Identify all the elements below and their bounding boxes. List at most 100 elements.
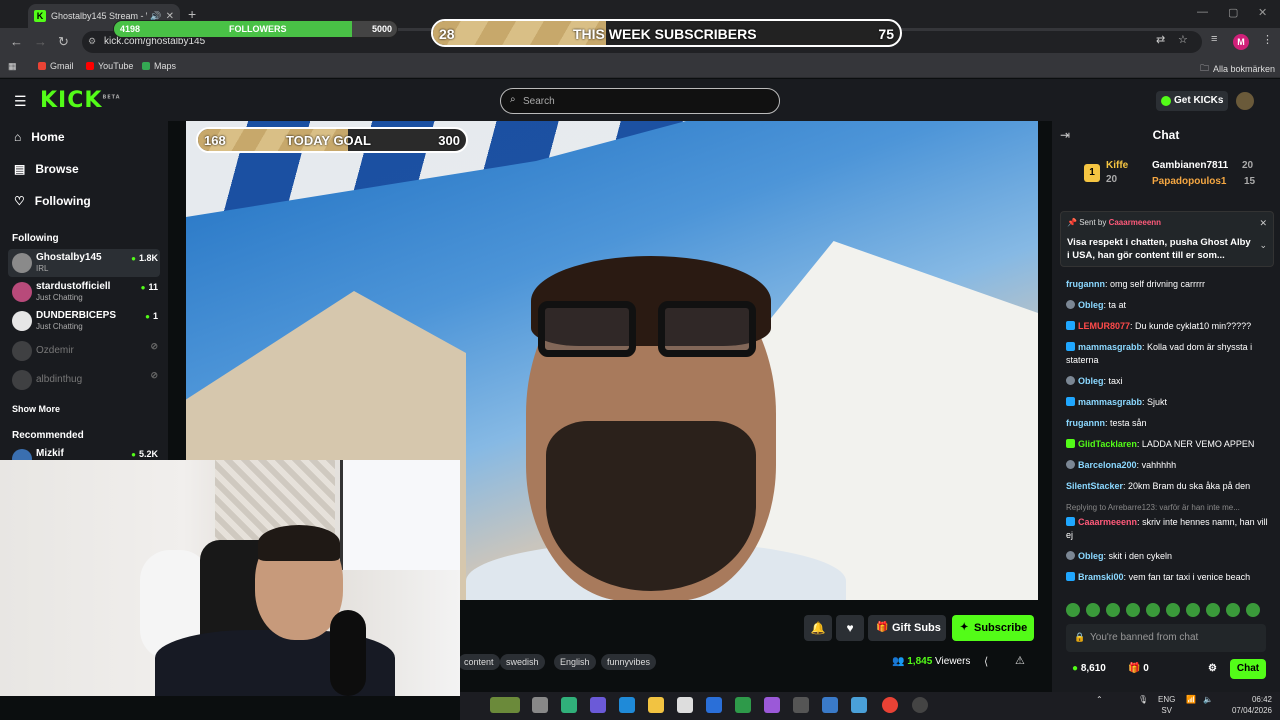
emote-icon[interactable]: [1186, 603, 1200, 617]
site-info-icon[interactable]: ⚙: [88, 36, 96, 47]
emote-icon[interactable]: [1146, 603, 1160, 617]
emote-icon[interactable]: [1226, 603, 1240, 617]
taskbar-app-icon[interactable]: [735, 697, 751, 713]
emote-icon[interactable]: [1086, 603, 1100, 617]
tag-english[interactable]: English: [554, 654, 596, 670]
user-avatar[interactable]: [1236, 92, 1254, 110]
reload-icon[interactable]: ↻: [58, 34, 69, 50]
chat-username[interactable]: Caaarmeeenn: [1078, 517, 1137, 527]
taskbar-app-icon[interactable]: [764, 697, 780, 713]
folder-icon[interactable]: [648, 697, 664, 713]
get-kicks-button[interactable]: Get KICKs: [1156, 91, 1228, 111]
chat-username[interactable]: SilentStacker: [1066, 481, 1123, 491]
nav-home[interactable]: ⌂ Home: [14, 130, 65, 144]
bookmark-gmail[interactable]: Gmail: [38, 61, 74, 71]
chat-settings-icon[interactable]: ⚙: [1208, 663, 1217, 674]
sidebar-channel-ghostalby145[interactable]: Ghostalby145 IRL 1.8K: [8, 249, 160, 277]
hamburger-menu-icon[interactable]: ☰: [14, 93, 27, 110]
menu-icon[interactable]: ⋮: [1262, 33, 1273, 46]
chat-text: vahhhhh: [1141, 460, 1177, 470]
taskbar-app-icon[interactable]: [590, 697, 606, 713]
leader-name[interactable]: Papadopoulos1: [1152, 176, 1226, 187]
share-icon[interactable]: ⟨: [984, 655, 988, 668]
emote-icon[interactable]: [1246, 603, 1260, 617]
clock[interactable]: 06:42 07/04/2026: [1222, 694, 1272, 716]
bookmark-star-icon[interactable]: ☆: [1178, 33, 1188, 46]
volume-icon[interactable]: 🔈: [1203, 694, 1213, 705]
show-more-link[interactable]: Show More: [12, 404, 60, 414]
channel-points[interactable]: ● 8,610: [1072, 663, 1106, 674]
sidebar-channel-albdinthug[interactable]: albdinthug ⊘: [8, 366, 160, 394]
sidebar-channel-stardustofficiell[interactable]: stardustofficiell Just Chatting 11: [8, 278, 160, 306]
media-controls-icon[interactable]: ≡: [1211, 33, 1217, 45]
chat-username[interactable]: LEMUR8077: [1078, 321, 1130, 331]
obs-icon[interactable]: [912, 697, 928, 713]
tag-swedish[interactable]: swedish: [500, 654, 545, 670]
gift-counter[interactable]: 🎁 0: [1128, 663, 1149, 674]
chat-username[interactable]: Obleg: [1078, 300, 1104, 310]
sidebar-channel-dunderbiceps[interactable]: DUNDERBICEPS Just Chatting 1: [8, 307, 160, 335]
bookmark-maps[interactable]: Maps: [142, 61, 176, 71]
gift-subs-button[interactable]: 🎁 Gift Subs: [868, 615, 946, 641]
minimize-icon[interactable]: —: [1197, 6, 1208, 18]
chat-message: frugannn: omg self drivning carrrrr: [1066, 278, 1274, 291]
sidebar-channel-ozdemir[interactable]: Ozdemir ⊘: [8, 337, 160, 365]
nav-following[interactable]: ♡ Following: [14, 194, 91, 208]
chat-username[interactable]: mammasgrabb: [1078, 342, 1142, 352]
subscribe-button[interactable]: ✦ Subscribe: [952, 615, 1034, 641]
taskbar-app-icon[interactable]: [851, 697, 867, 713]
chat-username[interactable]: Barcelona200: [1078, 460, 1137, 470]
chat-username[interactable]: Bramski00: [1078, 572, 1124, 582]
reply-context: Replying to Arrebarre123: varför är han …: [1066, 503, 1240, 512]
taskbar-app-icon[interactable]: [677, 697, 693, 713]
close-window-icon[interactable]: ✕: [1258, 6, 1267, 19]
emote-icon[interactable]: [1126, 603, 1140, 617]
kick-logo[interactable]: KICKBETA: [40, 88, 121, 113]
tag-funnyvibes[interactable]: funnyvibes: [601, 654, 657, 670]
mail-icon[interactable]: [706, 697, 722, 713]
follow-heart-button[interactable]: ♥: [836, 615, 864, 641]
tray-arrow-icon[interactable]: ⌃: [1096, 694, 1103, 705]
taskbar-app-icon[interactable]: [490, 697, 520, 713]
taskbar-app-icon[interactable]: [793, 697, 809, 713]
translate-icon[interactable]: ⇄: [1156, 33, 1165, 46]
unpin-icon[interactable]: ✕: [1259, 218, 1267, 229]
chat-username[interactable]: mammasgrabb: [1078, 397, 1142, 407]
edge-icon[interactable]: [619, 697, 635, 713]
maximize-icon[interactable]: ▢: [1228, 6, 1238, 19]
tag-content[interactable]: content: [458, 654, 500, 670]
chat-username[interactable]: Obleg: [1078, 551, 1104, 561]
leader-name[interactable]: Kiffe: [1106, 160, 1128, 171]
wifi-icon[interactable]: 📶: [1186, 694, 1196, 705]
chat-username[interactable]: Obleg: [1078, 376, 1104, 386]
photos-icon[interactable]: [822, 697, 838, 713]
bookmark-youtube[interactable]: YouTube: [86, 61, 133, 71]
emote-icon[interactable]: [1206, 603, 1220, 617]
leader-name[interactable]: Gambianen7811: [1152, 160, 1228, 171]
forward-icon[interactable]: →: [34, 34, 47, 49]
taskbar-app-icon[interactable]: [532, 697, 548, 713]
pinned-message[interactable]: 📌 Sent by Caaarmeeenn ✕ ⌄ Visa respekt i…: [1060, 211, 1274, 267]
report-icon[interactable]: ⚠: [1015, 654, 1025, 667]
apps-icon[interactable]: ▦: [8, 61, 17, 72]
language-indicator[interactable]: ENG SV: [1158, 694, 1175, 716]
emote-icon[interactable]: [1066, 603, 1080, 617]
chat-username[interactable]: frugannn: [1066, 279, 1105, 289]
chevron-down-icon[interactable]: ⌄: [1259, 240, 1267, 251]
notification-bell-button[interactable]: 🔔: [804, 615, 832, 641]
chrome-icon[interactable]: [882, 697, 898, 713]
chat-username[interactable]: GlidTacklaren: [1078, 439, 1137, 449]
emote-icon[interactable]: [1106, 603, 1120, 617]
chat-username[interactable]: frugannn: [1066, 418, 1105, 428]
send-chat-button[interactable]: Chat: [1230, 659, 1266, 679]
taskbar-app-icon[interactable]: [561, 697, 577, 713]
tray-mic-icon[interactable]: 🎙: [1138, 694, 1148, 705]
all-bookmarks[interactable]: 🗀 Alla bokmärken: [1200, 61, 1275, 77]
sidebar: ⌂ Home ▤ Browse ♡ Following Following Ghost…: [0, 121, 168, 469]
pinned-user[interactable]: Caaarmeeenn: [1109, 218, 1161, 227]
emote-icon[interactable]: [1166, 603, 1180, 617]
profile-avatar[interactable]: M: [1233, 34, 1249, 50]
back-icon[interactable]: ←: [10, 34, 23, 49]
nav-browse[interactable]: ▤ Browse: [14, 162, 79, 176]
search-input[interactable]: ⌕ Search: [500, 88, 780, 114]
